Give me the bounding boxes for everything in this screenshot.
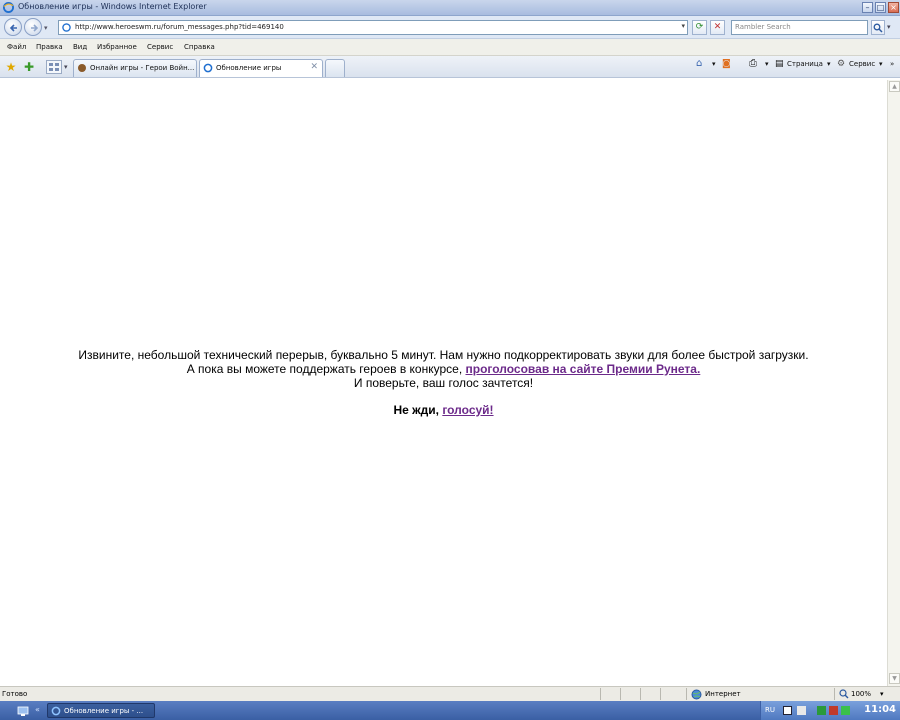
menu-favorites[interactable]: Избранное (97, 43, 137, 51)
language-indicator[interactable]: RU (765, 706, 775, 714)
minimize-button[interactable]: – (862, 2, 873, 13)
close-button[interactable]: × (888, 2, 899, 13)
search-placeholder: Rambler Search (735, 23, 791, 31)
back-arrow-icon (9, 24, 17, 32)
scroll-down-icon[interactable]: ▼ (889, 673, 900, 684)
search-button[interactable] (871, 20, 885, 35)
network-tray-icon[interactable] (797, 706, 806, 715)
favorites-star-icon[interactable]: ★ (4, 60, 18, 74)
tools-menu-button[interactable]: Сервис (849, 60, 875, 68)
home-dropdown-icon[interactable]: ▾ (712, 60, 716, 68)
status-bar: Готово Интернет 100% ▾ (0, 686, 900, 701)
page-ie-icon (62, 23, 71, 32)
tab-bar: ★ ✚ ▾ Онлайн игры - Герои Войн... Обновл… (0, 56, 900, 78)
clock[interactable]: 11:04 (864, 704, 896, 715)
close-tab-icon[interactable]: ✕ (310, 62, 318, 72)
title-bar: Обновление игры - Windows Internet Explo… (0, 0, 900, 16)
tab-label: Онлайн игры - Герои Войн... (90, 64, 195, 72)
tab-update[interactable]: Обновление игры ✕ (199, 59, 323, 77)
window-title: Обновление игры - Windows Internet Explo… (18, 2, 207, 11)
history-dropdown-icon[interactable]: ▾ (44, 24, 48, 32)
page-content: Извините, небольшой технический перерыв,… (0, 80, 887, 686)
taskbar: « Обновление игры - ... RU 11:04 (0, 701, 900, 720)
quick-tabs-icon (49, 63, 59, 71)
status-tray-icon[interactable] (841, 706, 850, 715)
menu-tools[interactable]: Сервис (147, 43, 173, 51)
believe-text: И поверьте, ваш голос зачтется! (353, 376, 534, 390)
print-dropdown-icon[interactable]: ▾ (765, 60, 769, 68)
monitor-tray-icon[interactable] (817, 706, 826, 715)
ie-taskbar-icon (51, 706, 61, 716)
zoom-level[interactable]: 100% (851, 690, 871, 698)
menu-bar: Файл Правка Вид Избранное Сервис Справка (0, 39, 900, 56)
tools-dropdown-icon[interactable]: ▾ (879, 60, 883, 68)
status-text: Готово (2, 690, 28, 698)
home-icon[interactable]: ⌂ (696, 58, 702, 69)
vertical-scrollbar[interactable]: ▲ ▼ (887, 80, 900, 686)
address-url: http://www.heroeswm.ru/forum_messages.ph… (75, 23, 284, 31)
ie-page-icon (203, 63, 213, 73)
toolbar-overflow-icon[interactable]: » (890, 60, 894, 68)
taskbar-window-label: Обновление игры - ... (64, 707, 144, 715)
page-dropdown-icon[interactable]: ▾ (827, 60, 831, 68)
search-icon (873, 23, 883, 33)
support-line: А пока вы можете поддержать героев в кон… (0, 362, 887, 376)
stop-button[interactable]: ✕ (710, 20, 725, 35)
address-input[interactable]: http://www.heroeswm.ru/forum_messages.ph… (58, 20, 688, 35)
refresh-button[interactable]: ⟳ (692, 20, 707, 35)
forward-button[interactable] (24, 18, 42, 36)
status-divider (660, 688, 661, 700)
page-icon: ▤ (775, 59, 784, 69)
tab-label: Обновление игры (216, 64, 282, 72)
cta-text: Не жди, (393, 403, 439, 417)
address-dropdown-icon[interactable]: ▾ (681, 22, 685, 30)
vote-link[interactable]: голосуй! (442, 403, 493, 417)
menu-file[interactable]: Файл (7, 43, 26, 51)
quick-tabs-button[interactable] (46, 60, 62, 74)
scroll-up-icon[interactable]: ▲ (889, 81, 900, 92)
status-divider (620, 688, 621, 700)
help-tray-icon[interactable] (783, 706, 792, 715)
search-input[interactable]: Rambler Search (731, 20, 868, 35)
desktop-icon[interactable] (17, 705, 29, 717)
tab-heroes-game[interactable]: Онлайн игры - Герои Войн... (73, 59, 197, 77)
zoom-dropdown-icon[interactable]: ▾ (880, 690, 884, 698)
rss-feed-icon[interactable]: ◙ (722, 59, 731, 69)
gear-icon: ⚙ (837, 59, 846, 69)
menu-help[interactable]: Справка (184, 43, 215, 51)
quicklaunch-overflow-icon[interactable]: « (35, 705, 40, 714)
support-text: А пока вы можете поддержать героев в кон… (186, 362, 463, 376)
status-divider (600, 688, 601, 700)
heroes-favicon-icon (78, 64, 86, 72)
system-tray: RU 11:04 (760, 701, 900, 720)
tab-list-dropdown-icon[interactable]: ▾ (64, 63, 68, 71)
vote-call-to-action: Не жди, голосуй! (0, 403, 887, 417)
add-favorites-icon[interactable]: ✚ (22, 60, 36, 74)
status-divider (640, 688, 641, 700)
apology-text: Извините, небольшой технический перерыв,… (78, 348, 809, 362)
status-divider (834, 688, 835, 700)
menu-view[interactable]: Вид (73, 43, 87, 51)
globe-icon (691, 689, 702, 700)
search-options-icon[interactable]: ▾ (887, 23, 891, 31)
forward-arrow-icon (31, 24, 39, 32)
ie-logo-icon (3, 2, 14, 13)
security-zone-text: Интернет (705, 690, 741, 698)
back-button[interactable] (4, 18, 22, 36)
print-icon[interactable]: ⎙ (749, 58, 757, 69)
app-tray-icon[interactable] (829, 706, 838, 715)
new-tab-button[interactable] (325, 59, 345, 77)
zoom-icon (839, 689, 849, 699)
maximize-button[interactable]: □ (875, 2, 886, 13)
menu-edit[interactable]: Правка (36, 43, 63, 51)
runet-vote-link[interactable]: проголосовав на сайте Премии Рунета. (466, 362, 701, 376)
maintenance-message: Извините, небольшой технический перерыв,… (0, 348, 887, 417)
taskbar-window-button[interactable]: Обновление игры - ... (47, 703, 155, 718)
page-menu-button[interactable]: Страница (787, 60, 823, 68)
status-divider (686, 688, 687, 700)
